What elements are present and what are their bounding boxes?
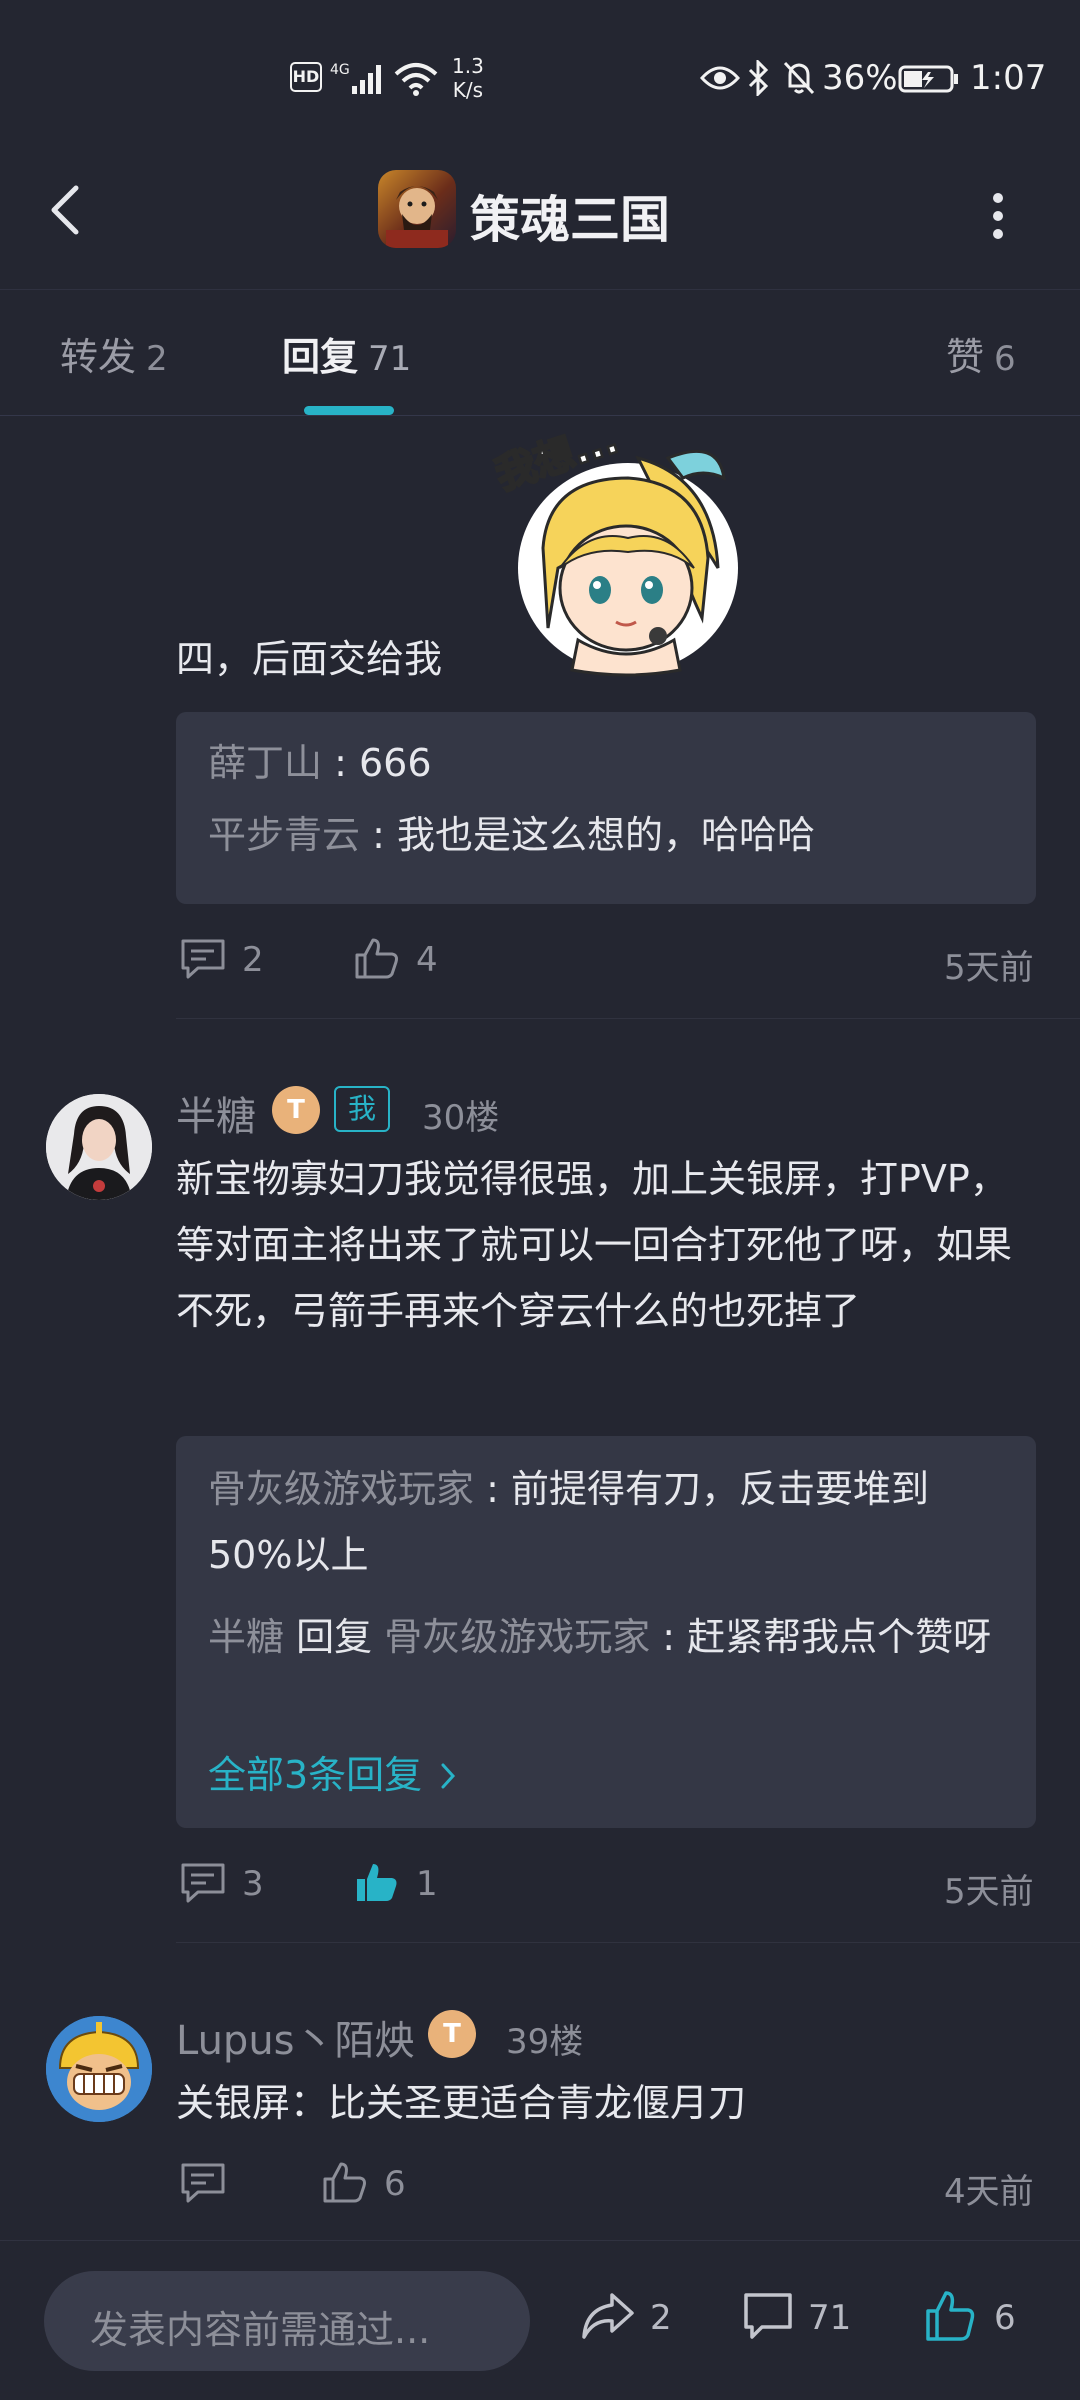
level-badge: T — [428, 2010, 476, 2058]
like-count: 6 — [994, 2298, 1016, 2338]
post3-text: 关银屏：比关圣更适合青龙偃月刀 — [176, 2081, 747, 2125]
post2-username[interactable]: 半糖 — [176, 1084, 256, 1142]
network-speed: 1.3 — [452, 54, 484, 78]
wifi-icon — [394, 63, 438, 96]
more-options-icon[interactable] — [986, 186, 1010, 246]
divider — [176, 1018, 1080, 1019]
reply-row: 半糖 回复 骨灰级游戏玩家 : 赶紧帮我点个赞呀 — [208, 1604, 1008, 1670]
view-all-replies-link[interactable]: 全部3条回复 — [208, 1742, 458, 1808]
tab-forward-count: 2 — [146, 339, 168, 379]
reply-username[interactable]: 半糖 — [208, 1615, 284, 1659]
post2-comment-count: 3 — [242, 1864, 264, 1904]
tab-forward[interactable]: 转发 2 — [60, 326, 168, 381]
reply-row: 薛丁山 : 666 — [208, 730, 432, 796]
post3-floor: 39楼 — [506, 2022, 584, 2062]
post3-username[interactable]: Lupus丶陌炴 — [176, 2008, 415, 2066]
battery-percent: 36% — [822, 58, 898, 98]
status-bar: HD 4G 1.3 K/s 36% 1:07 — [0, 0, 1080, 150]
view-all-replies-label: 全部3条回复 — [208, 1753, 423, 1797]
post2-like-count: 1 — [416, 1864, 438, 1904]
post2-text: 新宝物寡妇刀我觉得很强，加上关银屏，打PVP，等对面主将出来了就可以一回合打死他… — [176, 1157, 1013, 1333]
post2-time: 5天前 — [944, 1872, 1034, 1912]
app-header: 策魂三国 — [0, 150, 1080, 290]
sticker-image: 我想... — [488, 415, 748, 680]
me-badge: 我 — [334, 1086, 391, 1132]
reply-separator: : — [322, 741, 359, 785]
reply-username[interactable]: 骨灰级游戏玩家 — [208, 1467, 474, 1511]
post3-like-count: 6 — [384, 2164, 406, 2204]
avatar[interactable] — [46, 2016, 152, 2122]
tab-likes-label: 赞 — [946, 335, 985, 379]
reply-target-username[interactable]: 骨灰级游戏玩家 — [384, 1615, 650, 1659]
hd-icon: HD — [290, 62, 322, 92]
chevron-right-icon — [441, 1763, 456, 1789]
thumbs-up-icon[interactable] — [924, 2289, 976, 2343]
page-title: 策魂三国 — [470, 191, 670, 249]
reply-word: 回复 — [284, 1615, 385, 1659]
battery-icon — [898, 65, 958, 93]
reply-text: 666 — [358, 741, 432, 785]
comment-icon[interactable] — [742, 2291, 794, 2343]
network-unit: K/s — [452, 78, 484, 102]
post1-like-count: 4 — [416, 940, 438, 980]
post1-text: 四，后面交给我 — [176, 637, 443, 681]
tab-forward-label: 转发 — [60, 335, 137, 379]
post2-reply-box[interactable]: 骨灰级游戏玩家 : 前提得有刀，反击要堆到50%以上 半糖 回复 骨灰级游戏玩家… — [176, 1436, 1036, 1828]
tab-replies-count: 71 — [368, 339, 412, 379]
back-arrow-icon[interactable] — [44, 180, 88, 240]
comment-input-placeholder: 发表内容前需通过... — [90, 2308, 431, 2352]
avatar[interactable] — [46, 1094, 152, 1200]
post1-comment-count: 2 — [242, 940, 264, 980]
reply-text: 赶紧帮我点个赞呀 — [687, 1615, 992, 1659]
tab-replies[interactable]: 回复 71 — [282, 326, 411, 381]
tab-bar: 转发 2 回复 71 赞6 — [0, 290, 1080, 416]
comment-icon[interactable] — [180, 2162, 226, 2204]
post2-floor: 30楼 — [422, 1098, 500, 1138]
reply-separator: : — [360, 813, 397, 857]
mute-bell-icon — [783, 61, 815, 95]
signal-icon: 4G — [330, 62, 381, 94]
comment-icon[interactable] — [180, 938, 226, 980]
reply-text: 我也是这么想的，哈哈哈 — [396, 813, 815, 857]
share-icon[interactable] — [580, 2291, 636, 2343]
tab-likes-count: 6 — [994, 339, 1016, 379]
tab-indicator — [304, 406, 394, 415]
game-logo — [378, 170, 456, 248]
tab-replies-label: 回复 — [282, 335, 359, 379]
comment-icon[interactable] — [180, 1862, 226, 1904]
divider — [176, 1942, 1080, 1943]
post1-reply-box[interactable]: 薛丁山 : 666 平步青云 : 我也是这么想的，哈哈哈 — [176, 712, 1036, 904]
comment-input[interactable]: 发表内容前需通过... — [44, 2271, 530, 2371]
thumbs-up-icon[interactable] — [354, 936, 400, 980]
thumbs-up-filled-icon[interactable] — [354, 1860, 400, 1904]
reply-row: 骨灰级游戏玩家 : 前提得有刀，反击要堆到50%以上 — [208, 1456, 1008, 1588]
reply-username[interactable]: 平步青云 — [208, 813, 360, 857]
comment-count: 71 — [808, 2298, 852, 2338]
post3-time: 4天前 — [944, 2172, 1034, 2212]
eye-icon — [700, 66, 740, 90]
reply-separator: : — [650, 1615, 688, 1659]
reply-separator: : — [474, 1467, 511, 1511]
post1-time: 5天前 — [944, 948, 1034, 988]
clock: 1:07 — [970, 58, 1047, 98]
level-badge: T — [272, 1086, 320, 1134]
reply-username[interactable]: 薛丁山 — [208, 741, 322, 785]
bluetooth-icon — [748, 60, 769, 96]
share-count: 2 — [650, 2298, 672, 2338]
tab-likes[interactable]: 赞6 — [946, 326, 1016, 381]
reply-row: 平步青云 : 我也是这么想的，哈哈哈 — [208, 802, 815, 868]
bottom-action-bar: 发表内容前需通过... 2 71 6 — [0, 2240, 1080, 2400]
thumbs-up-icon[interactable] — [322, 2160, 368, 2204]
svg-text:4G: 4G — [330, 62, 350, 78]
